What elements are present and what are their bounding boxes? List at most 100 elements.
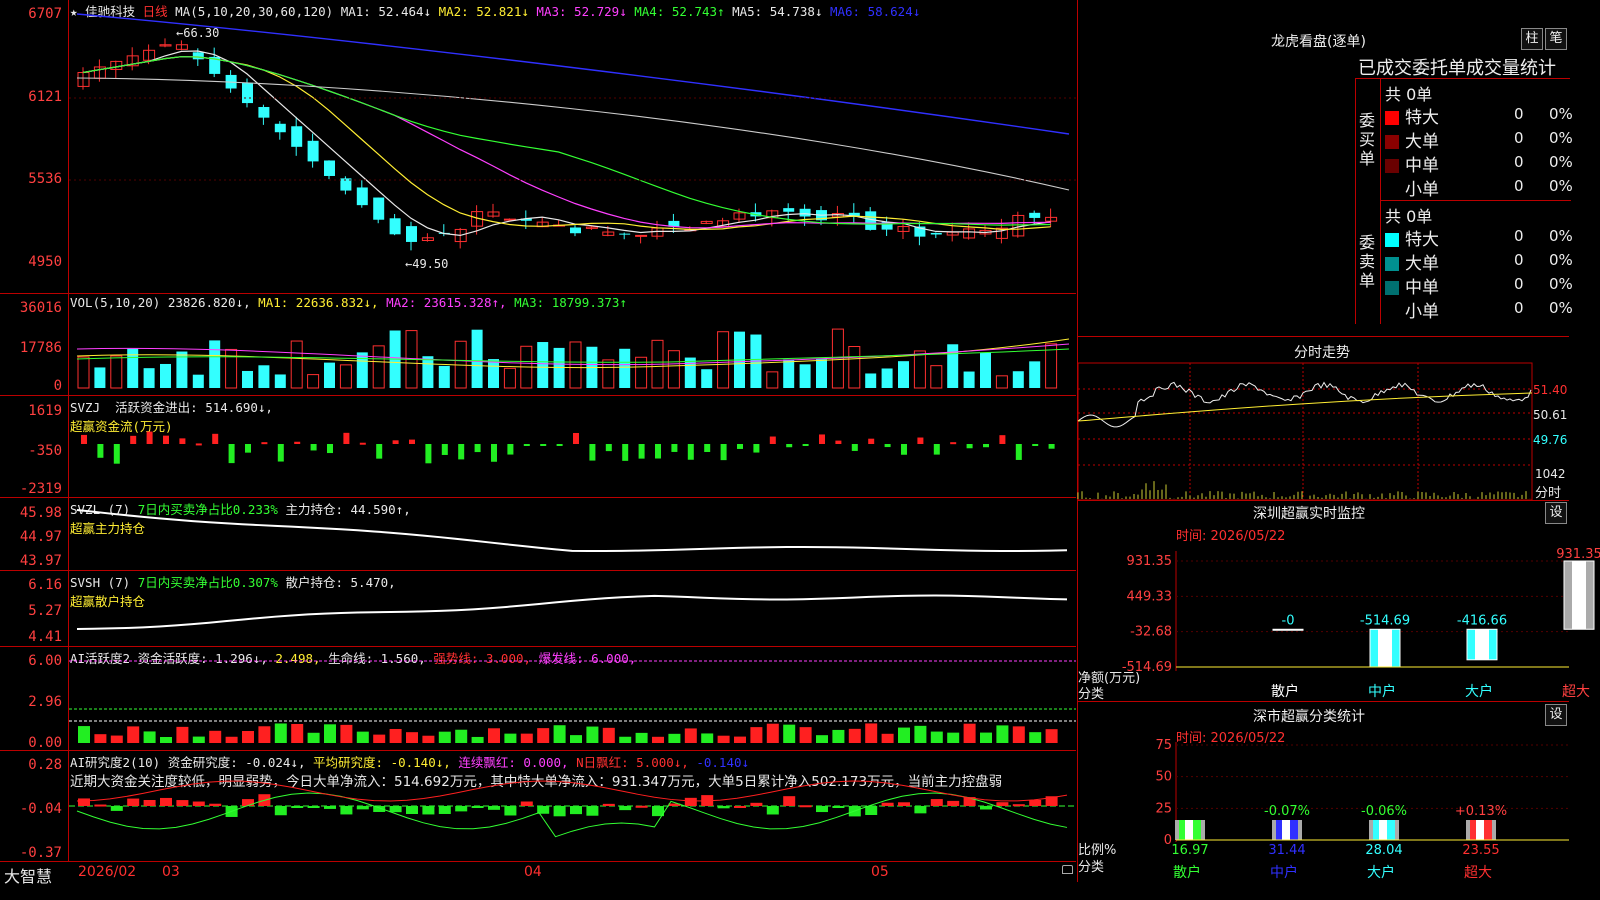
color-swatch: [1385, 233, 1399, 247]
bar-mode-button[interactable]: 柱: [1521, 28, 1543, 50]
category-label: 中户: [1270, 864, 1298, 881]
volume-bar: [684, 357, 696, 388]
fund-flow-chart[interactable]: [69, 396, 1076, 497]
lock-icon[interactable]: [1062, 865, 1073, 874]
activity-bar: [881, 733, 894, 743]
ai-research-panel[interactable]: 0.28 -0.04 -0.37 AI研究度2(10) 资金研究度: -0.02…: [0, 751, 1076, 861]
fund-flow-bar: [245, 444, 251, 453]
candle-body: [307, 140, 319, 162]
volume-bar: [242, 370, 253, 388]
research-bar: [78, 798, 90, 806]
activity-bar: [635, 732, 648, 743]
price-panel[interactable]: 6707 6121 5536 4950 ★ 佳驰科技 日线 MA(5,10,20…: [0, 0, 1076, 294]
order-label: 中单: [1405, 156, 1439, 176]
candle-body: [291, 126, 303, 147]
research-bar: [1029, 799, 1042, 806]
activity-bar: [192, 736, 205, 743]
candle-body: [143, 49, 156, 61]
y-tick-label: -514.69: [1122, 660, 1172, 675]
research-bar: [274, 806, 287, 816]
activity-bar: [143, 731, 156, 743]
fund-flow-bar: [310, 444, 317, 451]
svzj-panel[interactable]: 1619 -350 -2319 SVZJ 活跃资金进出: 514.690↓, 超…: [0, 396, 1076, 498]
ratio-bar-chart: 755025016.97散户-0.07%31.44中户-0.06%28.04大户…: [1155, 738, 1569, 881]
retail-position-chart[interactable]: [69, 571, 1076, 646]
research-bar: [242, 799, 254, 806]
fund-flow-bar: [212, 433, 219, 444]
volume-bar: [1029, 361, 1041, 388]
research-bar: [488, 806, 500, 810]
candle-body: [356, 187, 368, 206]
research-bar: [881, 802, 894, 806]
candle-body: [373, 197, 385, 220]
candlestick-chart[interactable]: [69, 0, 1076, 293]
ai-activity-panel[interactable]: 6.00 2.96 0.00 AI活跃度2 资金活跃度: 1.296↓, 2.4…: [0, 647, 1076, 751]
volume-chart[interactable]: [69, 294, 1076, 395]
research-bar: [570, 806, 582, 815]
ai-activity-axis: 6.00 2.96 0.00: [0, 647, 69, 751]
intraday-chart[interactable]: [1077, 362, 1533, 501]
fund-flow-bar: [474, 444, 481, 453]
fund-flow-bar: [458, 444, 465, 460]
vol-tick: 36016: [19, 300, 62, 316]
category-label: 中户: [1368, 683, 1396, 700]
net-bar-highlight: [1475, 629, 1489, 660]
fund-flow-bar: [425, 444, 432, 464]
activity-bar: [816, 735, 828, 743]
order-percent: 0%: [1549, 153, 1573, 171]
research-chart[interactable]: [69, 751, 1076, 861]
svzj-tick: 1619: [28, 403, 62, 419]
ratio-bar-highlight: [1185, 820, 1193, 840]
activity-bar: [127, 726, 140, 743]
fund-flow-bar: [622, 444, 629, 461]
volume-bar: [503, 367, 516, 389]
activity-bar: [160, 736, 172, 743]
research-bar: [816, 806, 828, 813]
research-bar: [1012, 804, 1025, 807]
net-amount-bar-chart: 931.35 449.33 -32.68 -514.69 -0 散户 -514.69 中户 -4…: [1122, 547, 1600, 700]
bar-value-label: -514.69: [1360, 613, 1410, 628]
candle-body: [324, 160, 335, 176]
x-label: 2026/02: [78, 864, 137, 880]
research-bar: [94, 804, 107, 807]
research-bar: [422, 806, 435, 815]
high-price-mark: ←66.30: [176, 26, 220, 40]
order-percent: 0%: [1549, 299, 1573, 317]
color-swatch: [1385, 183, 1399, 197]
fund-flow-bar: [851, 444, 858, 451]
fund-flow-bar: [294, 441, 301, 444]
fund-flow-bar: [523, 444, 530, 446]
fund-flow-bar: [704, 444, 711, 452]
main-position-line: [76, 509, 1068, 552]
fund-flow-bar: [261, 442, 268, 445]
volume-bar: [783, 359, 795, 388]
fund-flow-bar: [655, 444, 661, 459]
activity-bar: [471, 736, 484, 743]
svsh-tick: 6.16: [28, 577, 62, 593]
dragon-title: 龙虎看盘(逐单): [1271, 34, 1366, 50]
activity-bar: [553, 725, 566, 743]
volume-bar: [963, 371, 975, 388]
activity-chart[interactable]: [69, 647, 1076, 750]
order-row: 中单 0 0%: [1385, 151, 1573, 176]
ai1-tick: 6.00: [28, 653, 62, 669]
svsh-panel[interactable]: 6.16 5.27 4.41 SVSH (7) 7日内买卖净占比0.307% 散…: [0, 571, 1076, 647]
fund-flow-bar: [409, 439, 415, 444]
order-stats-header: 已成交委托单成交量统计: [1358, 58, 1556, 79]
activity-bar: [176, 726, 189, 743]
price-axis: 6707 6121 5536 4950: [0, 0, 69, 293]
svsh-axis: 6.16 5.27 4.41: [0, 571, 69, 646]
svzl-panel[interactable]: 45.98 44.97 43.97 SVZL (7) 7日内买卖净占比0.233…: [0, 498, 1076, 571]
sell-side: 委卖单: [1359, 233, 1376, 290]
tick-mode-button[interactable]: 笔: [1545, 28, 1567, 50]
main-position-chart[interactable]: [69, 498, 1076, 570]
research-bar: [176, 800, 189, 806]
volume-panel[interactable]: 36016 17786 0 VOL(5,10,20) 23826.820↓, M…: [0, 294, 1076, 396]
fund-flow-bar: [917, 437, 924, 444]
dragon-tiger-panel: 龙虎看盘(逐单) 柱 笔 已成交委托单成交量统计 共 0单 特大 0 0% 大单 0 0%…: [1077, 0, 1573, 337]
research-bar: [602, 803, 615, 806]
fund-flow-bar: [392, 440, 399, 444]
intraday-panel[interactable]: 分时走势 51.40 50.61 49.76 1042 分时: [1077, 337, 1569, 501]
candle-body: [619, 233, 631, 235]
volume-bar: [913, 350, 926, 389]
